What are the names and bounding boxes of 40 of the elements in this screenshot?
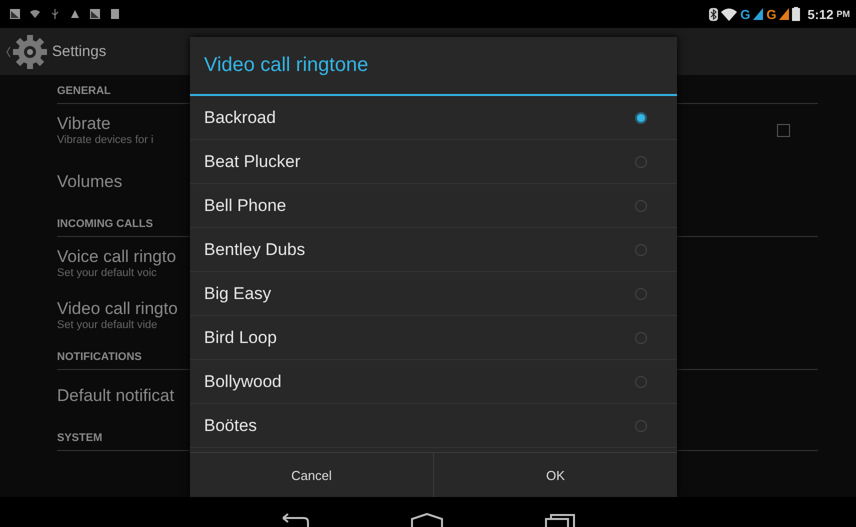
clock-time: 5:12	[807, 6, 834, 22]
warning-icon	[70, 9, 80, 19]
network-type: G	[740, 6, 750, 22]
setting-summary: Set your default voic	[57, 267, 158, 279]
radio-button[interactable]	[635, 332, 647, 344]
wifi-icon	[721, 8, 738, 20]
dialog-button[interactable]: Cancel	[190, 453, 433, 497]
radio-button[interactable]	[635, 376, 647, 388]
ringtone-option[interactable]: Boötes	[190, 404, 677, 448]
setting-summary: Vibrate devices for i	[57, 134, 154, 146]
recent-apps-icon[interactable]	[544, 513, 576, 527]
app-title: Settings	[52, 43, 106, 60]
radio-button[interactable]	[635, 420, 647, 432]
ringtone-option[interactable]: Big Easy	[190, 272, 677, 316]
wifi-icon	[30, 9, 40, 19]
radio-button[interactable]	[635, 244, 647, 256]
clock-ampm: PM	[836, 9, 850, 19]
dialog-title: Video call ringtone	[190, 37, 677, 96]
settings-icon[interactable]	[6, 32, 48, 70]
ringtone-option[interactable]: Backroad	[190, 96, 677, 140]
radio-button[interactable]	[635, 288, 647, 300]
back-icon[interactable]	[280, 513, 310, 527]
sd-card-icon	[110, 9, 120, 19]
ringtone-option[interactable]: Bell Phone	[190, 184, 677, 228]
radio-button[interactable]	[635, 200, 647, 212]
bluetooth-icon	[709, 8, 718, 20]
checkbox[interactable]	[777, 124, 790, 136]
signal-icon	[753, 8, 764, 20]
home-icon[interactable]	[410, 513, 444, 527]
ringtone-option[interactable]: Bentley Dubs	[190, 228, 677, 272]
radio-button[interactable]	[635, 156, 647, 168]
network-type: G	[766, 6, 776, 22]
radio-button[interactable]	[635, 112, 647, 124]
dialog-button[interactable]: OK	[433, 453, 677, 497]
ringtone-option[interactable]: Bird Loop	[190, 316, 677, 360]
ringtone-option[interactable]: Beat Plucker	[190, 140, 677, 184]
setting-summary: Set your default vide	[57, 319, 158, 331]
battery-icon	[792, 7, 800, 21]
signal-icon	[779, 8, 790, 20]
ringtone-option[interactable]: Bollywood	[190, 360, 677, 404]
